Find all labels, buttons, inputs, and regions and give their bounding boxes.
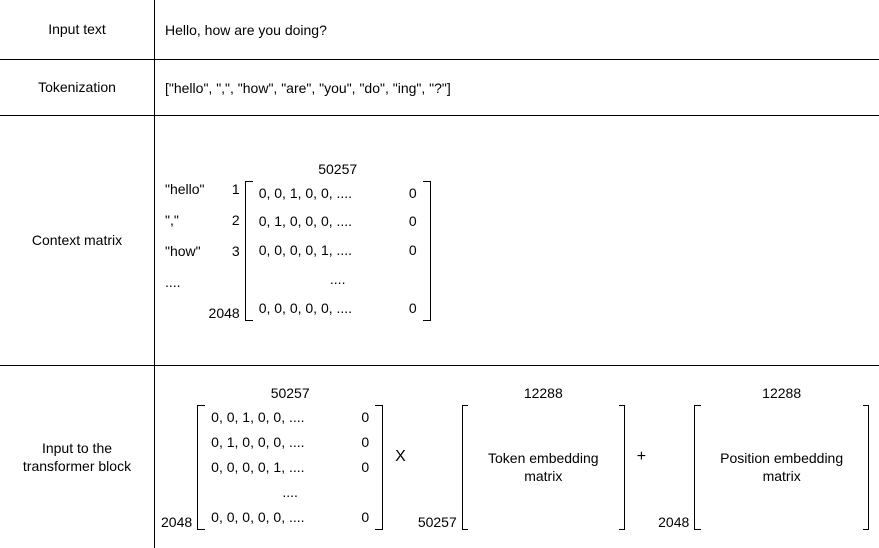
bracket-left-icon [245, 181, 253, 321]
ctx-r3r: 0 [409, 242, 417, 258]
tokenization-value: ["hello", ",", "how", "are", "you", "do"… [165, 80, 451, 96]
ctx-r3l: 0, 0, 0, 0, 1, .... [259, 242, 352, 258]
te-rows-dim: 50257 [418, 514, 457, 530]
input-text-value: Hello, how are you doing? [165, 22, 327, 38]
pe-rows-dim: 2048 [658, 514, 689, 530]
label-input-text: Input text [0, 0, 155, 59]
t-r3r: 0 [361, 459, 369, 475]
plus-operator: + [625, 448, 658, 466]
t-r2r: 0 [361, 434, 369, 450]
ctx-r1r: 0 [409, 185, 417, 201]
t-r1l: 0, 0, 1, 0, 0, .... [211, 409, 304, 425]
ctx-token-dots: .... [165, 274, 181, 290]
ctx-r2r: 0 [409, 213, 417, 229]
bracket-right-icon [375, 405, 383, 530]
t-rnr: 0 [361, 509, 369, 525]
bracket-right-icon [619, 405, 625, 530]
ctx-idx-n: 2048 [209, 305, 240, 321]
row-context-matrix: Context matrix "hello" "," "how" .... 1 [0, 116, 879, 366]
t-r2l: 0, 1, 0, 0, 0, .... [211, 434, 304, 450]
t-r1r: 0 [361, 409, 369, 425]
ctx-token-last [165, 305, 169, 321]
ctx-token-3: "how" [165, 243, 201, 259]
ctx-rdots: .... [330, 271, 346, 287]
position-embedding-label: Position embedding matrix [701, 405, 863, 530]
ctx-vocab-dim: 50257 [318, 161, 357, 177]
content-transformer-input: 2048 50257 0, 0, 1, 0, 0, .... 0 0, 1, 0,… [155, 366, 879, 548]
row-tokenization: Tokenization ["hello", ",", "how", "are"… [0, 60, 879, 116]
ctx-rnl: 0, 0, 0, 0, 0, .... [259, 300, 352, 316]
token-embedding-label: Token embedding matrix [468, 405, 619, 530]
label-context-matrix: Context matrix [0, 116, 155, 365]
bracket-right-icon [863, 405, 869, 530]
content-input-text: Hello, how are you doing? [155, 0, 879, 59]
ctx-token-2: "," [165, 212, 179, 228]
bracket-right-icon [423, 181, 431, 321]
ctx-r2l: 0, 1, 0, 0, 0, .... [259, 213, 352, 229]
row-transformer-input: Input to the transformer block 2048 5025… [0, 366, 879, 548]
context-onehot-matrix: 50257 0, 0, 1, 0, 0, .... 0 0, 1, 0, 0, 0… [245, 161, 431, 321]
row-input-text: Input text Hello, how are you doing? [0, 0, 879, 60]
ctx-idx-2: 2 [232, 212, 240, 228]
t-rdots: .... [282, 484, 298, 500]
pe-cols-dim: 12288 [762, 385, 801, 401]
label-tokenization: Tokenization [0, 60, 155, 115]
label-transformer-input: Input to the transformer block [0, 366, 155, 548]
token-embedding-matrix: 12288 Token embedding matrix [462, 385, 625, 530]
te-cols-dim: 12288 [524, 385, 563, 401]
ctx-rnr: 0 [409, 300, 417, 316]
t-r3l: 0, 0, 0, 0, 1, .... [211, 459, 304, 475]
content-context-matrix: "hello" "," "how" .... 1 2 3 2048 [155, 116, 879, 365]
content-tokenization: ["hello", ",", "how", "are", "you", "do"… [155, 60, 879, 115]
t-vocab-dim: 50257 [271, 385, 310, 401]
multiply-operator: X [383, 448, 418, 466]
ctx-idx-1: 1 [232, 181, 240, 197]
ctx-r1l: 0, 0, 1, 0, 0, .... [259, 185, 352, 201]
transformer-onehot-matrix: 50257 0, 0, 1, 0, 0, .... 0 0, 1, 0, 0, 0… [197, 385, 383, 530]
position-embedding-matrix: 12288 Position embedding matrix [694, 385, 869, 530]
ctx-idx-3: 3 [232, 243, 240, 259]
t-rnl: 0, 0, 0, 0, 0, .... [211, 509, 304, 525]
bracket-left-icon [197, 405, 205, 530]
t-idx-n: 2048 [161, 514, 192, 530]
ctx-token-1: "hello" [165, 181, 205, 197]
